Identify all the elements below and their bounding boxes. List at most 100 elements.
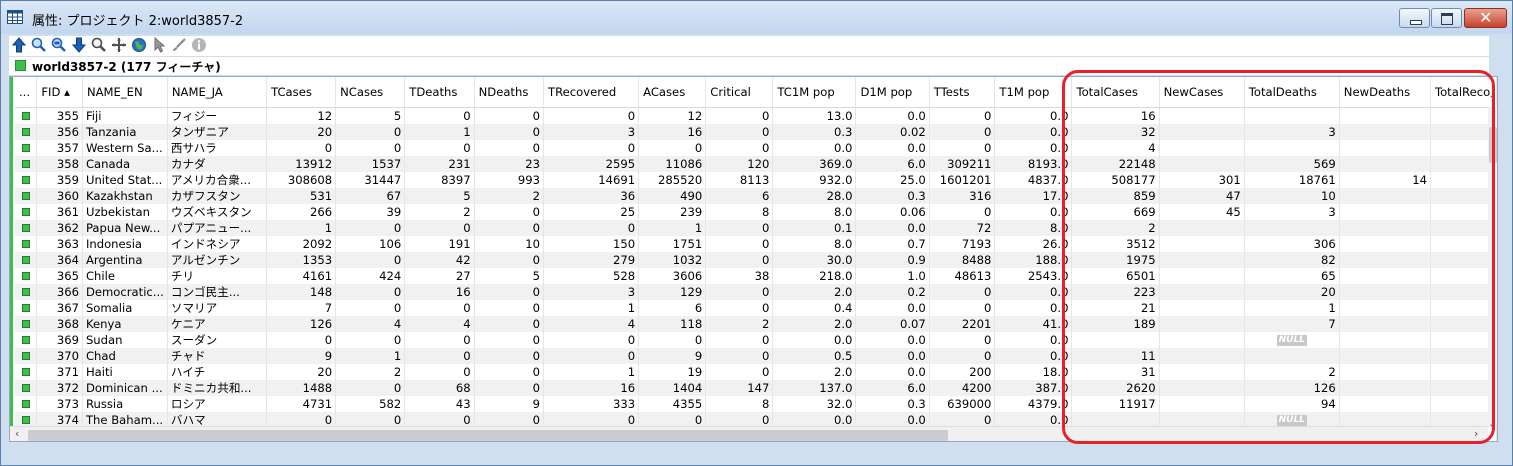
column-header[interactable]: NDeaths: [474, 77, 545, 108]
attribute-grid[interactable]: ... FID ▴ NAME_EN NAME_JA TCases NCases TDeath…: [15, 77, 1497, 441]
table-cell: 12: [638, 107, 707, 124]
pan-icon[interactable]: [111, 37, 127, 53]
column-header[interactable]: ACases: [638, 77, 707, 108]
table-row[interactable]: 373 Russia ロシア 4731 582 43 9 333 4355 8 32.0 0.3 639…: [15, 395, 1497, 412]
row-selector[interactable]: [15, 187, 38, 204]
column-header[interactable]: D1M pop: [855, 77, 930, 108]
table-row[interactable]: 357 Western Sa... 西サハラ 0 0 0 0 0 0 0 0.0 0.0 0 0.0 4: [15, 139, 1497, 156]
row-selector[interactable]: [15, 363, 38, 380]
scroll-up-icon[interactable]: ⌃: [1488, 93, 1497, 106]
table-row[interactable]: 361 Uzbekistan ウズベキスタン 266 39 2 0 25 239 8 8.0 0.06…: [15, 203, 1497, 220]
column-header[interactable]: TotalCases: [1071, 77, 1160, 108]
scroll-right-icon[interactable]: ›: [1474, 427, 1478, 440]
column-header[interactable]: NewDeaths: [1339, 77, 1431, 108]
table-cell: 285520: [638, 171, 707, 188]
table-cell: 0.0: [855, 347, 930, 364]
table-cell: Sudan: [82, 331, 168, 348]
column-header[interactable]: TC1M pop: [772, 77, 857, 108]
vertical-scroll-thumb[interactable]: [1489, 127, 1497, 163]
table-row[interactable]: 359 United Stat... アメリカ合衆... 308608 31447 839…: [15, 171, 1497, 188]
table-row[interactable]: 365 Chile チリ 4161 424 27 5 528 3606 38 218.0 1.0 486…: [15, 267, 1497, 284]
column-header[interactable]: TotalReco: [1430, 77, 1497, 108]
column-header[interactable]: TTests: [929, 77, 996, 108]
row-selector[interactable]: [15, 139, 38, 156]
table-cell: 306: [1244, 235, 1340, 252]
row-selector[interactable]: [15, 155, 38, 172]
row-selector[interactable]: [15, 267, 38, 284]
table-cell: 36: [543, 187, 640, 204]
feature-icon: [21, 224, 30, 232]
horizontal-scrollbar[interactable]: ‹ ›: [10, 426, 1488, 441]
table-row[interactable]: 358 Canada カナダ 13912 1537 231 23 2595 11086 120 36…: [15, 155, 1497, 172]
horizontal-scroll-thumb[interactable]: [28, 430, 948, 441]
row-selector[interactable]: [15, 395, 38, 412]
maximize-button[interactable]: [1431, 8, 1462, 28]
column-header[interactable]: NAME_EN: [82, 77, 168, 108]
zoom-layer-icon[interactable]: [51, 37, 67, 53]
column-header[interactable]: NAME_JA: [167, 77, 268, 108]
title-bar[interactable]: 属性: プロジェクト 2:world3857-2 ✕: [1, 1, 1512, 34]
row-selector[interactable]: [15, 283, 38, 300]
globe-icon[interactable]: [131, 37, 147, 53]
column-header[interactable]: TDeaths: [404, 77, 475, 108]
column-header[interactable]: Critical: [705, 77, 774, 108]
table-row[interactable]: 360 Kazakhstan カザフスタン 531 67 5 2 36 490 6 28.0 0.3 3…: [15, 187, 1497, 204]
scroll-left-icon[interactable]: ‹: [15, 427, 19, 440]
table-row[interactable]: 366 Democratic... コンゴ民主... 148 0 16 0 3 129 0 2.0 0…: [15, 283, 1497, 300]
row-selector[interactable]: [15, 203, 38, 220]
column-header[interactable]: TCases: [266, 77, 337, 108]
row-selector[interactable]: [15, 219, 38, 236]
table-row[interactable]: 355 Fiji フィジー 12 5 0 0 0 12 0 13.0 0.0 0 0.0 16: [15, 107, 1497, 124]
minimize-button[interactable]: [1399, 8, 1430, 28]
vertical-scrollbar[interactable]: ⌃ ⌄: [1488, 93, 1497, 430]
scroll-down-icon[interactable]: ⌄: [1488, 417, 1497, 430]
arrow-down-icon[interactable]: [71, 37, 87, 53]
table-cell: 41.0: [994, 315, 1073, 332]
magnifier-icon[interactable]: [91, 37, 107, 53]
row-selector[interactable]: [15, 299, 38, 316]
table-cell: 859: [1071, 187, 1160, 204]
table-cell: 16: [638, 123, 707, 140]
table-row[interactable]: 364 Argentina アルゼンチン 1353 0 42 0 279 1032 0 30.0 0.…: [15, 251, 1497, 268]
table-cell: カナダ: [167, 155, 268, 172]
info-icon[interactable]: [191, 37, 207, 53]
column-header[interactable]: TRecovered: [543, 77, 640, 108]
table-row[interactable]: 363 Indonesia インドネシア 2092 106 191 10 150 1751 0 8.…: [15, 235, 1497, 252]
row-selector[interactable]: [15, 331, 38, 348]
table-row[interactable]: 370 Chad チャド 9 1 0 0 0 9 0 0.5 0.0 0 0.0 11: [15, 347, 1497, 364]
row-selector[interactable]: [15, 347, 38, 364]
table-row[interactable]: 362 Papua New... パプアニュー... 1 0 0 0 0 1 0 0.1 0.0 72 8…: [15, 219, 1497, 236]
column-header[interactable]: NewCases: [1159, 77, 1245, 108]
zoom-select-icon[interactable]: [31, 37, 47, 53]
table-cell: 0.3: [772, 123, 857, 140]
table-row[interactable]: 369 Sudan スーダン 0 0 0 0 0 0 0 0.0 0.0 0 0.0 NULL: [15, 331, 1497, 348]
table-row[interactable]: 367 Somalia ソマリア 7 0 0 0 1 6 0 0.4 0.0 0 0.0 21 1: [15, 299, 1497, 316]
row-selector[interactable]: [15, 107, 38, 124]
pointer-icon[interactable]: [151, 37, 167, 53]
column-header[interactable]: FID ▴: [36, 77, 83, 108]
table-cell: アルゼンチン: [167, 251, 268, 268]
row-selector[interactable]: [15, 171, 38, 188]
table-cell: Haiti: [82, 363, 168, 380]
brush-icon[interactable]: [171, 37, 187, 53]
table-cell: [1430, 139, 1497, 156]
table-cell: [1430, 187, 1497, 204]
arrow-up-icon[interactable]: [11, 37, 27, 53]
table-row[interactable]: 371 Haiti ハイチ 20 2 0 0 1 19 0 2.0 0.0 200 18.0 31 2: [15, 363, 1497, 380]
close-button[interactable]: ✕: [1464, 8, 1507, 28]
column-header[interactable]: ...: [15, 77, 38, 108]
row-selector[interactable]: [15, 123, 38, 140]
table-row[interactable]: 356 Tanzania タンザニア 20 0 1 0 3 16 0 0.3 0.02 0 0.0 32 3: [15, 123, 1497, 140]
column-header[interactable]: T1M pop: [994, 77, 1073, 108]
table-row[interactable]: 368 Kenya ケニア 126 4 4 0 4 118 2 2.0 0.07 2201 41.0 189…: [15, 315, 1497, 332]
table-cell: [1339, 315, 1431, 332]
row-selector[interactable]: [15, 315, 38, 332]
column-header[interactable]: NCases: [335, 77, 406, 108]
table-cell: [1339, 347, 1431, 364]
row-selector[interactable]: [15, 251, 38, 268]
row-selector[interactable]: [15, 235, 38, 252]
row-selector[interactable]: [15, 379, 38, 396]
attribute-table[interactable]: ... FID ▴ NAME_EN NAME_JA TCases NCases TDeath…: [9, 76, 1498, 442]
column-header[interactable]: TotalDeaths: [1244, 77, 1340, 108]
table-row[interactable]: 372 Dominican ... ドミニカ共和... 1488 0 68 0 16 1404 1…: [15, 379, 1497, 396]
